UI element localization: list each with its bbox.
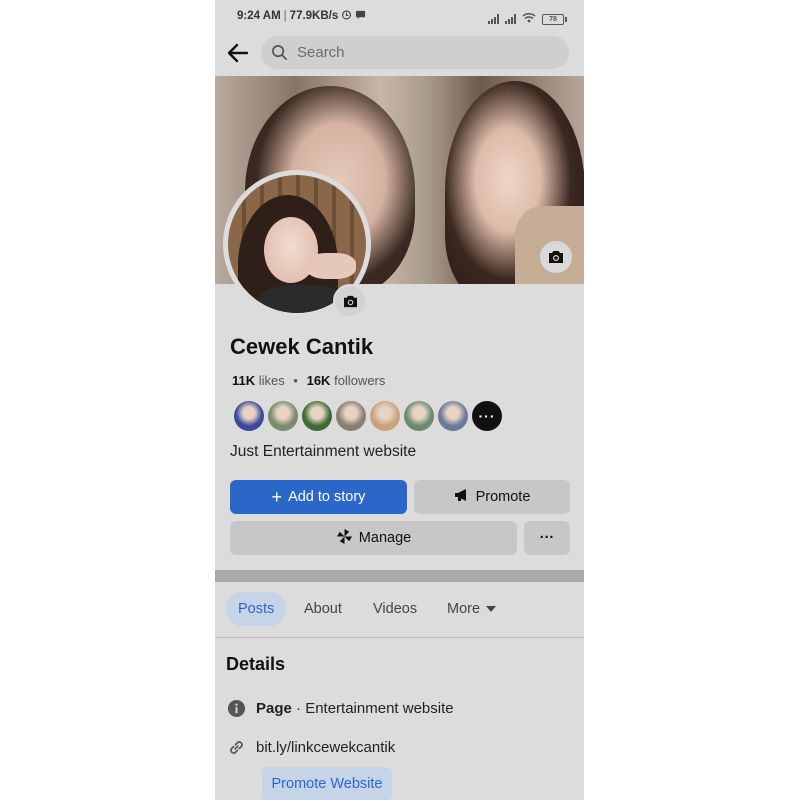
search-icon xyxy=(271,44,289,62)
signal-icon xyxy=(488,14,499,24)
info-icon xyxy=(226,698,246,718)
likes-label: likes xyxy=(258,373,285,388)
follower-avatar[interactable] xyxy=(336,401,366,431)
promote-button[interactable]: Promote xyxy=(414,480,570,514)
status-time: 9:24 AM xyxy=(237,10,281,22)
status-bar: 9:24 AM | 77.9KB/s 78 xyxy=(215,0,584,34)
signal-icon-2 xyxy=(505,14,516,24)
page-stats: 11K likes • 16K followers xyxy=(232,373,386,388)
category-label: Page xyxy=(256,699,292,717)
network-speed: 77.9KB/s xyxy=(289,10,339,22)
tabs-divider xyxy=(215,637,584,638)
website-link[interactable]: bit.ly/linkcewekcantik xyxy=(256,739,395,756)
manage-button[interactable]: Manage xyxy=(230,521,517,555)
follower-avatars: ··· xyxy=(234,401,502,431)
link-icon xyxy=(226,737,246,757)
page-bio: Just Entertainment website xyxy=(230,443,417,460)
section-divider xyxy=(215,570,584,582)
website-link-row[interactable]: bit.ly/linkcewekcantik xyxy=(226,737,395,757)
pinwheel-icon xyxy=(336,528,353,549)
follower-avatar[interactable] xyxy=(438,401,468,431)
phone-screen: 9:24 AM | 77.9KB/s 78 Search Cewek Canti… xyxy=(215,0,584,800)
search-input[interactable] xyxy=(295,43,539,62)
more-options-button[interactable]: ··· xyxy=(524,521,570,555)
tab-posts[interactable]: Posts xyxy=(226,592,287,626)
promote-website-button[interactable]: Promote Website xyxy=(262,767,392,800)
tab-more[interactable]: More xyxy=(447,592,497,626)
plus-icon: + xyxy=(271,487,283,507)
message-icon xyxy=(355,9,366,23)
follower-avatar[interactable] xyxy=(234,401,264,431)
profile-tabs: Posts About Videos More xyxy=(215,592,584,630)
follower-avatar[interactable] xyxy=(370,401,400,431)
arrow-left-icon xyxy=(227,43,249,63)
category-value: · Entertainment website xyxy=(296,699,454,717)
details-heading: Details xyxy=(226,654,286,674)
tab-about[interactable]: About xyxy=(304,592,342,626)
likes-count: 11K xyxy=(232,373,256,388)
more-followers-button[interactable]: ··· xyxy=(472,401,502,431)
top-navigation xyxy=(215,34,584,74)
caret-down-icon xyxy=(486,606,497,612)
alarm-icon xyxy=(341,9,352,23)
tab-videos[interactable]: Videos xyxy=(373,592,417,626)
search-bar[interactable] xyxy=(261,36,569,69)
battery-icon: 78 xyxy=(542,13,567,25)
follower-avatar[interactable] xyxy=(404,401,434,431)
page-title: Cewek Cantik xyxy=(230,334,374,359)
followers-count: 16K xyxy=(306,373,331,388)
megaphone-icon xyxy=(454,488,470,506)
followers-label: followers xyxy=(334,373,386,388)
back-button[interactable] xyxy=(225,40,251,66)
follower-avatar[interactable] xyxy=(268,401,298,431)
page-category-row: Page · Entertainment website xyxy=(226,698,454,718)
profile-camera-button[interactable] xyxy=(333,284,367,318)
add-to-story-button[interactable]: + Add to story xyxy=(230,480,407,514)
wifi-icon xyxy=(522,10,536,28)
cover-camera-button[interactable] xyxy=(540,241,572,273)
camera-icon xyxy=(549,251,563,263)
camera-icon xyxy=(343,295,357,307)
follower-avatar[interactable] xyxy=(302,401,332,431)
